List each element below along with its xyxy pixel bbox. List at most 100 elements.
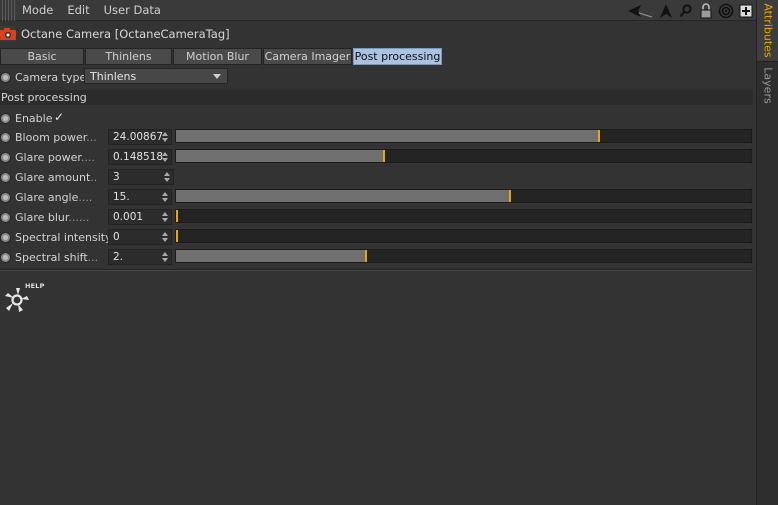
param-value: 2.	[113, 251, 124, 263]
param-label-dots: ....	[80, 150, 95, 164]
param-value-field[interactable]: 15.	[108, 189, 172, 205]
animate-radio[interactable]	[0, 191, 11, 203]
animate-radio[interactable]	[0, 231, 11, 243]
toolbar-icons	[626, 0, 756, 21]
animate-radio[interactable]	[0, 71, 11, 83]
param-slider[interactable]	[175, 229, 752, 243]
param-label-text: Glare angle	[15, 190, 79, 204]
camera-type-row: Camera type Thinlens	[0, 68, 756, 86]
param-slider[interactable]	[175, 189, 752, 203]
page-title: Octane Camera [OctaneCameraTag]	[21, 27, 230, 41]
param-value-field[interactable]: 3	[108, 169, 174, 185]
help-button[interactable]: HELP	[3, 282, 47, 316]
slider-handle[interactable]	[176, 230, 178, 242]
param-value: 15.	[113, 191, 130, 203]
animate-radio[interactable]	[0, 131, 11, 143]
slider-fill	[176, 150, 384, 162]
param-label: Glare angle....	[15, 191, 92, 204]
param-row: Glare amount.. 3	[0, 168, 756, 186]
stepper-arrows-icon[interactable]	[162, 252, 168, 262]
tab-post-processing[interactable]: Post processing	[353, 48, 442, 65]
param-label-text: Spectral intensity	[15, 230, 112, 244]
search-icon[interactable]	[678, 3, 694, 19]
camera-type-value: Thinlens	[90, 69, 137, 83]
slider-fill	[176, 250, 366, 262]
param-label-text: Bloom power	[15, 130, 87, 144]
sidebar-tab-layers-label: Layers	[761, 66, 775, 104]
param-label-text: Spectral shift	[15, 250, 88, 264]
slider-handle[interactable]	[598, 130, 600, 142]
object-header: Octane Camera [OctaneCameraTag]	[0, 22, 756, 46]
param-label: Spectral shift...	[15, 251, 98, 264]
stepper-arrows-icon[interactable]	[162, 192, 168, 202]
tab-basic[interactable]: Basic	[0, 48, 84, 65]
cursor-icon[interactable]	[658, 3, 674, 19]
menu-bar: Mode Edit User Data	[0, 0, 756, 21]
menu-edit[interactable]: Edit	[67, 3, 89, 17]
right-sidebar: Attributes Layers	[756, 0, 778, 505]
param-value-field[interactable]: 2.	[108, 249, 172, 265]
param-slider[interactable]	[175, 209, 752, 223]
animate-radio[interactable]	[0, 211, 11, 223]
param-label: Glare amount..	[15, 171, 97, 184]
param-slider[interactable]	[175, 149, 752, 163]
target-icon[interactable]	[718, 3, 734, 19]
param-slider[interactable]	[175, 129, 752, 143]
tab-camera-imager[interactable]: Camera Imager	[263, 48, 352, 65]
param-label: Glare power....	[15, 151, 95, 164]
param-value: 0	[113, 231, 120, 243]
param-value: 0.148518	[113, 151, 164, 163]
param-label-dots: ....	[78, 190, 93, 204]
tab-motion-blur[interactable]: Motion Blur	[173, 48, 262, 65]
param-label-dots: ..	[90, 170, 98, 184]
lock-icon[interactable]	[698, 2, 714, 19]
section-title: Post processing	[1, 91, 87, 104]
enable-checkbox[interactable]: ✓	[54, 109, 68, 125]
stepper-arrows-icon[interactable]	[164, 172, 170, 182]
param-label-dots: ...	[87, 250, 99, 264]
param-row: Bloom power... 24.00867	[0, 128, 756, 146]
param-label: Bloom power...	[15, 131, 97, 144]
sidebar-tab-attributes-label: Attributes	[761, 3, 775, 58]
animate-radio[interactable]	[0, 251, 11, 263]
sidebar-tab-layers[interactable]: Layers	[757, 63, 778, 107]
animate-radio[interactable]	[0, 171, 11, 183]
help-label: HELP	[25, 282, 45, 290]
animate-radio[interactable]	[0, 151, 11, 163]
stepper-arrows-icon[interactable]	[162, 232, 168, 242]
camera-icon	[0, 26, 16, 42]
menu-user-data[interactable]: User Data	[104, 3, 161, 17]
param-value-field[interactable]: 0	[108, 229, 172, 245]
param-row: Spectral intensity 0	[0, 228, 756, 246]
tab-thinlens[interactable]: Thinlens	[85, 48, 172, 65]
param-value-field[interactable]: 24.00867	[108, 129, 172, 145]
slider-handle[interactable]	[383, 150, 385, 162]
sidebar-tab-attributes[interactable]: Attributes	[757, 0, 778, 62]
enable-label: Enable	[15, 111, 53, 125]
slider-handle[interactable]	[176, 210, 178, 222]
arrow-back-icon[interactable]	[626, 3, 654, 19]
param-slider[interactable]	[175, 249, 752, 263]
tab-bar: Basic Thinlens Motion Blur Camera Imager…	[0, 48, 756, 66]
param-value: 3	[113, 171, 120, 183]
slider-handle[interactable]	[509, 190, 511, 202]
stepper-arrows-icon[interactable]	[162, 132, 168, 142]
enable-row: Enable ✓	[0, 109, 756, 127]
stepper-arrows-icon[interactable]	[162, 152, 168, 162]
chevron-down-icon	[213, 74, 221, 79]
new-window-icon[interactable]	[738, 3, 754, 19]
slider-handle[interactable]	[365, 250, 367, 262]
param-value-field[interactable]: 0.001	[108, 209, 172, 225]
param-row: Glare angle.... 15.	[0, 188, 756, 206]
grip-handle[interactable]	[2, 0, 16, 21]
animate-radio[interactable]	[0, 112, 11, 124]
menu-mode[interactable]: Mode	[22, 3, 53, 17]
camera-type-dropdown[interactable]: Thinlens	[84, 68, 228, 84]
param-label-text: Glare power	[15, 150, 81, 164]
param-label: Spectral intensity	[15, 231, 112, 244]
stepper-arrows-icon[interactable]	[162, 212, 168, 222]
section-header[interactable]: Post processing	[0, 90, 753, 105]
param-label-dots: ......	[68, 210, 90, 224]
camera-type-label: Camera type	[15, 70, 87, 84]
param-value-field[interactable]: 0.148518	[108, 149, 172, 165]
